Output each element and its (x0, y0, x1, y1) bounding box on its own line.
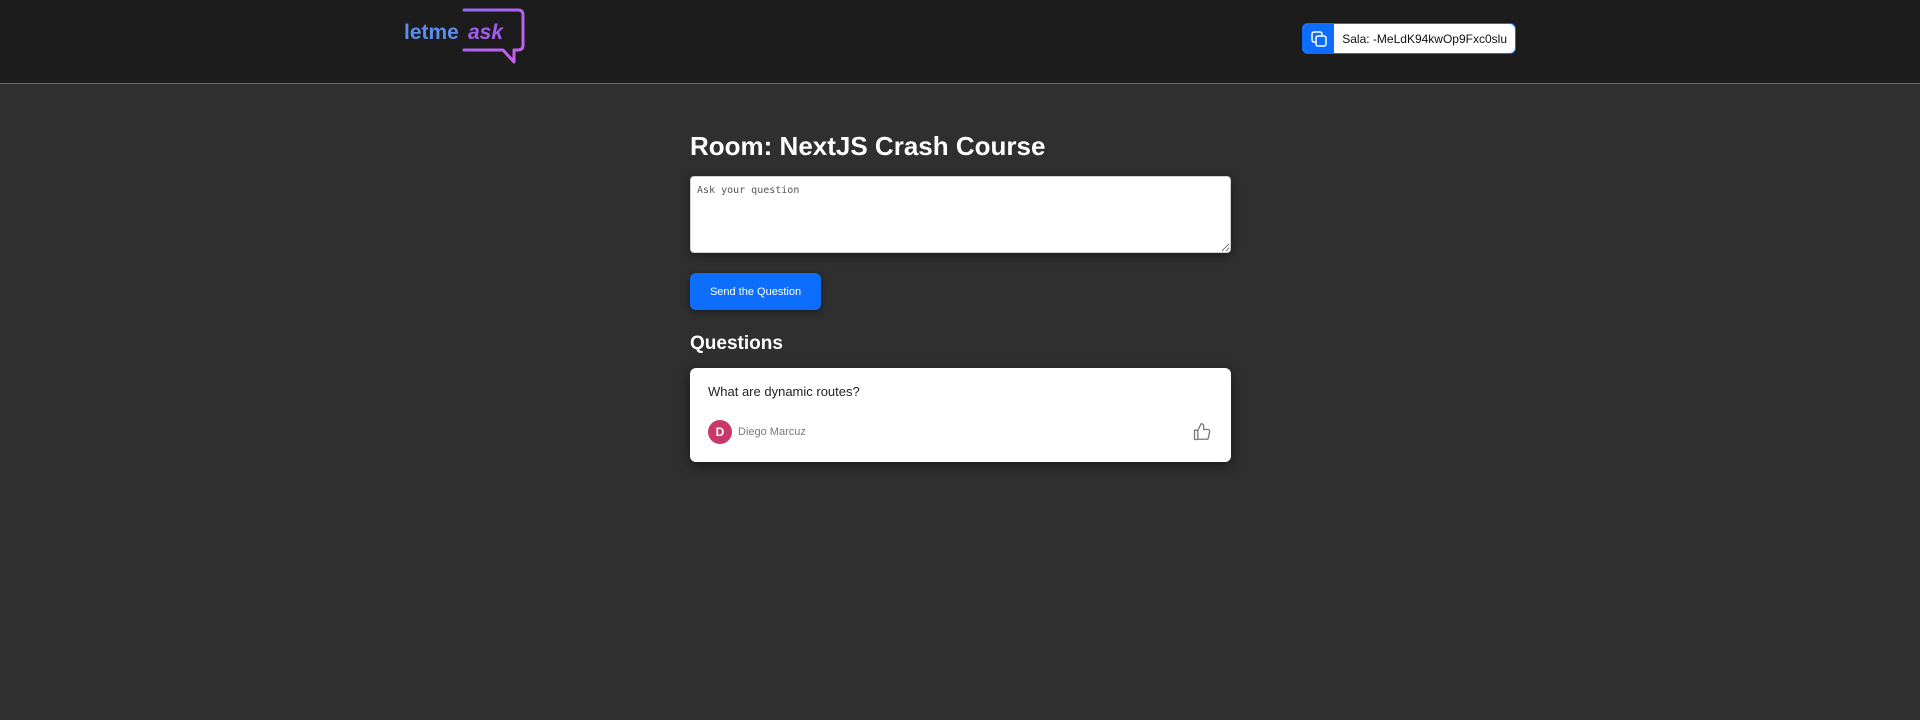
send-question-button[interactable]: Send the Question (690, 273, 821, 310)
top-header: letme ask Sala: -MeLdK94kwOp9Fxc0slu (0, 0, 1920, 84)
question-text: What are dynamic routes? (708, 384, 860, 399)
question-footer: D Diego Marcuz (708, 420, 1213, 444)
copy-button-area[interactable] (1303, 24, 1335, 53)
logo-text-primary: letme (404, 21, 459, 44)
author-name: Diego Marcuz (738, 426, 806, 438)
thumbs-up-icon (1193, 423, 1211, 441)
question-input[interactable] (690, 176, 1231, 253)
room-code-label: Sala: -MeLdK94kwOp9Fxc0slu (1342, 31, 1507, 46)
like-button[interactable] (1191, 421, 1213, 443)
question-card: What are dynamic routes? D Diego Marcuz (690, 368, 1231, 462)
avatar: D (708, 420, 732, 444)
page-title: Room: NextJS Crash Course (690, 131, 1046, 161)
room-code-button[interactable]: Sala: -MeLdK94kwOp9Fxc0slu (1302, 23, 1516, 54)
copy-icon (1310, 30, 1327, 47)
logo: letme ask (402, 8, 526, 68)
questions-heading: Questions (690, 333, 783, 354)
logo-text-secondary: ask (468, 21, 504, 44)
logo-graphic: letme ask (404, 8, 525, 64)
room-main: Room: NextJS Crash Course Send the Quest… (690, 128, 1231, 462)
question-author: D Diego Marcuz (708, 420, 806, 444)
